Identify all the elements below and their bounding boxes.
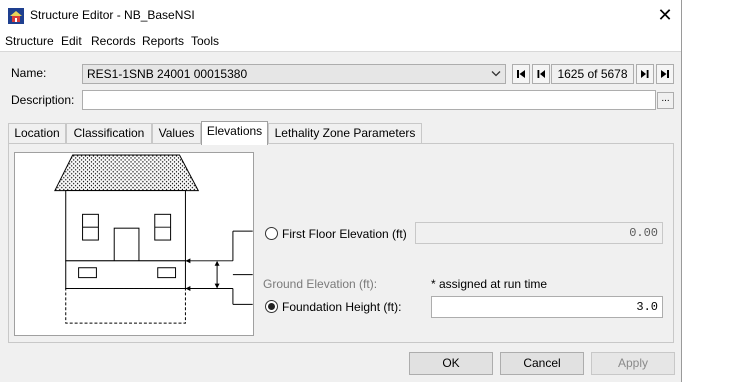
foundation-height-label: Foundation Height (ft): xyxy=(282,300,402,314)
chevron-down-icon xyxy=(491,71,501,77)
tab-elevations[interactable]: Elevations xyxy=(201,121,268,145)
radio-selected-dot xyxy=(268,303,275,310)
tab-lethality-zone-parameters[interactable]: Lethality Zone Parameters xyxy=(268,123,422,143)
first-record-button[interactable] xyxy=(512,64,530,84)
name-dropdown[interactable]: RES1-1SNB 24001 00015380 xyxy=(82,64,506,84)
cancel-button[interactable]: Cancel xyxy=(500,352,584,375)
first-floor-label: First Floor Elevation (ft) xyxy=(282,227,407,241)
record-count: 1625 of 5678 xyxy=(551,64,634,84)
menu-records[interactable]: Records xyxy=(91,34,136,48)
first-record-icon xyxy=(517,70,525,78)
close-icon[interactable]: ✕ xyxy=(652,3,678,27)
foundation-vent-right xyxy=(157,267,177,279)
first-floor-radio[interactable] xyxy=(265,227,278,240)
app-house-icon xyxy=(8,8,24,24)
menu-edit[interactable]: Edit xyxy=(61,34,82,48)
description-browse-button[interactable]: ... xyxy=(657,92,674,109)
next-record-button[interactable] xyxy=(636,64,654,84)
tab-location[interactable]: Location xyxy=(8,123,66,143)
foundation-height-field[interactable]: 3.0 xyxy=(431,296,663,318)
ground-elevation-label: Ground Elevation (ft): xyxy=(263,277,378,291)
last-record-icon xyxy=(661,70,669,78)
last-record-button[interactable] xyxy=(656,64,674,84)
tab-values[interactable]: Values xyxy=(152,123,201,143)
first-floor-elevation-field[interactable]: 0.00 xyxy=(415,222,663,244)
title-bar: Structure Editor - NB_BaseNSI ✕ xyxy=(0,0,681,31)
menu-reports[interactable]: Reports xyxy=(142,34,184,48)
description-input[interactable] xyxy=(82,90,656,110)
window-title: Structure Editor - NB_BaseNSI xyxy=(30,8,195,22)
roof-shape xyxy=(54,154,200,192)
structure-editor-window: Structure Editor - NB_BaseNSI ✕ Structur… xyxy=(0,0,682,382)
name-label: Name: xyxy=(11,66,47,80)
menu-structure[interactable]: Structure xyxy=(5,34,54,48)
tab-classification[interactable]: Classification xyxy=(66,123,152,143)
previous-record-icon xyxy=(537,70,545,78)
door xyxy=(113,227,140,262)
menu-bar: Structure Edit Records Reports Tools xyxy=(0,31,681,52)
name-value: RES1-1SNB 24001 00015380 xyxy=(87,67,248,81)
ground-elevation-note: * assigned at run time xyxy=(431,277,548,291)
basement-outline xyxy=(65,288,186,324)
menu-tools[interactable]: Tools xyxy=(191,34,219,48)
description-label: Description: xyxy=(11,93,75,107)
apply-button[interactable]: Apply xyxy=(591,352,675,375)
next-record-icon xyxy=(641,70,649,78)
previous-record-button[interactable] xyxy=(532,64,550,84)
structure-elevation-diagram xyxy=(14,152,254,336)
foundation-height-radio[interactable] xyxy=(265,300,278,313)
foundation-vent-left xyxy=(78,267,97,279)
ok-button[interactable]: OK xyxy=(409,352,493,375)
